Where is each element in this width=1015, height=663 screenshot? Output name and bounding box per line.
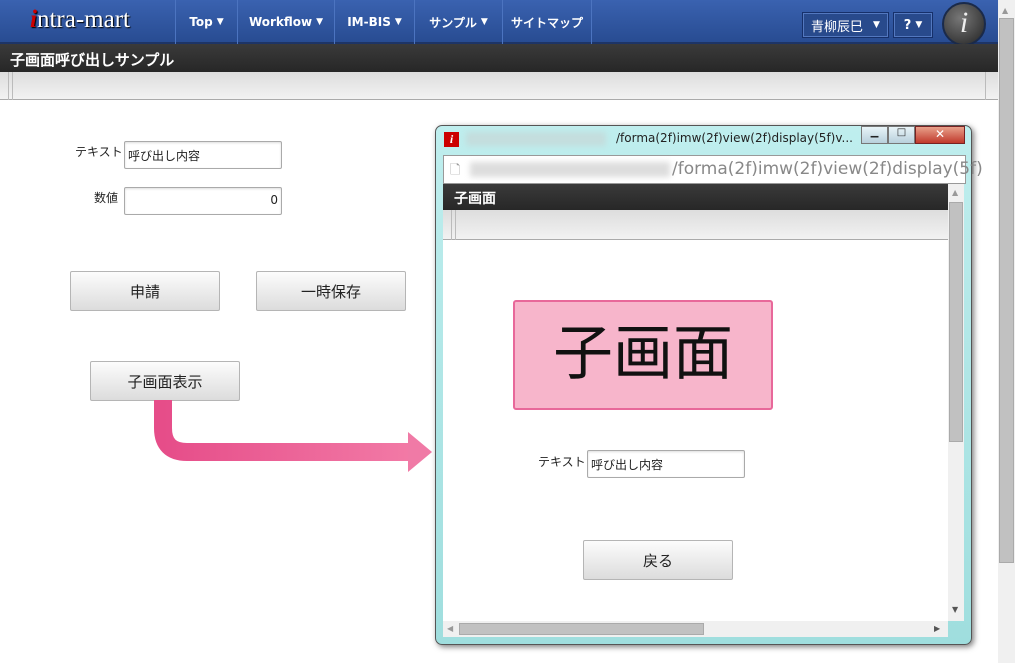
address-bar[interactable]: 🗋 /forma(2f)imw(2f)view(2f)display(5f): [443, 155, 983, 184]
child-banner: 子画面: [513, 300, 773, 410]
number-label: 数値: [94, 191, 119, 205]
scrollbar-thumb[interactable]: [949, 202, 963, 442]
page-icon: 🗋: [450, 163, 461, 178]
user-name: 青柳辰巳: [811, 19, 864, 35]
scroll-right-icon[interactable]: ▶: [934, 624, 940, 633]
nav-sample[interactable]: サンプル ▼: [414, 0, 502, 44]
back-button[interactable]: 戻る: [583, 540, 733, 580]
text-input[interactable]: 呼び出し内容: [124, 141, 282, 169]
nav-sitemap[interactable]: サイトマップ: [502, 0, 592, 44]
help-menu-button[interactable]: ? ▼: [893, 12, 933, 38]
arrow-shaft: [154, 400, 412, 461]
caret-down-icon: ▼: [216, 17, 224, 27]
scroll-up-icon[interactable]: ▲: [1002, 6, 1008, 15]
intra-mart-logo[interactable]: iintra-martntra-mart: [30, 6, 130, 34]
user-menu-button[interactable]: 青柳辰巳 ▼: [802, 12, 889, 38]
text-label: テキスト: [75, 145, 123, 159]
page-scrollbar[interactable]: ▲: [998, 0, 1015, 663]
nav-label: サンプル: [429, 15, 477, 30]
child-header: 子画面: [443, 184, 948, 210]
scrollbar-thumb[interactable]: [999, 18, 1014, 563]
top-navbar: iintra-martntra-mart Top▼ Workflow▼ IM-B…: [0, 0, 998, 46]
child-window: i /forma(2f)imw(2f)view(2f)display(5f)v.…: [435, 125, 983, 645]
toolbar-separator: [985, 72, 986, 100]
page-title: 子画面呼び出しサンプル: [0, 44, 998, 72]
nav-label: IM-BIS: [347, 15, 391, 29]
child-text-input[interactable]: 呼び出し内容: [587, 450, 745, 478]
arrow-head: [408, 432, 432, 472]
child-vscrollbar[interactable]: ▲ ▼: [948, 184, 964, 621]
toolbar: [0, 72, 998, 100]
number-input[interactable]: 0: [124, 187, 282, 215]
address-text: /forma(2f)imw(2f)view(2f)display(5f): [672, 159, 983, 179]
caret-down-icon: ▼: [394, 17, 402, 27]
scroll-down-icon[interactable]: ▼: [952, 605, 958, 614]
caret-down-icon: ▼: [316, 17, 324, 27]
scroll-up-icon[interactable]: ▲: [952, 188, 958, 197]
nav-im-bis[interactable]: IM-BIS ▼: [334, 0, 414, 44]
nav-label: Top: [189, 15, 213, 29]
temp-save-button[interactable]: 一時保存: [256, 271, 406, 311]
intra-mart-i-icon[interactable]: i: [942, 2, 986, 46]
arrow-annotation: [154, 400, 432, 472]
caret-down-icon: ▼: [873, 20, 880, 30]
apply-button[interactable]: 申請: [70, 271, 220, 311]
nav-label: Workflow: [248, 15, 313, 29]
toolbar-separator: [8, 72, 13, 100]
window-app-icon: i: [444, 132, 459, 147]
help-label: ?: [903, 17, 912, 33]
child-toolbar: [443, 210, 948, 240]
open-child-button[interactable]: 子画面表示: [90, 361, 240, 401]
caret-down-icon: ▼: [480, 17, 488, 27]
minimize-button[interactable]: ▁: [861, 126, 888, 144]
child-content: 子画面 子画面 テキスト 呼び出し内容 戻る ▲ ▼: [443, 184, 964, 621]
child-hscrollbar[interactable]: ◀ ▶: [443, 621, 948, 637]
blurred-title: [466, 132, 606, 146]
toolbar-separator: [451, 210, 456, 240]
blurred-url: [470, 162, 670, 177]
nav-workflow[interactable]: Workflow ▼: [237, 0, 334, 44]
nav-top[interactable]: Top ▼: [175, 0, 237, 44]
close-button[interactable]: ✕: [915, 126, 965, 144]
nav-label: サイトマップ: [510, 15, 583, 30]
window-title: /forma(2f)imw(2f)view(2f)display(5f)v...: [616, 131, 853, 145]
scrollbar-thumb[interactable]: [459, 623, 704, 635]
scroll-left-icon[interactable]: ◀: [447, 624, 453, 633]
child-text-label: テキスト: [538, 455, 586, 469]
caret-down-icon: ▼: [915, 20, 923, 30]
maximize-button[interactable]: □: [888, 126, 915, 144]
